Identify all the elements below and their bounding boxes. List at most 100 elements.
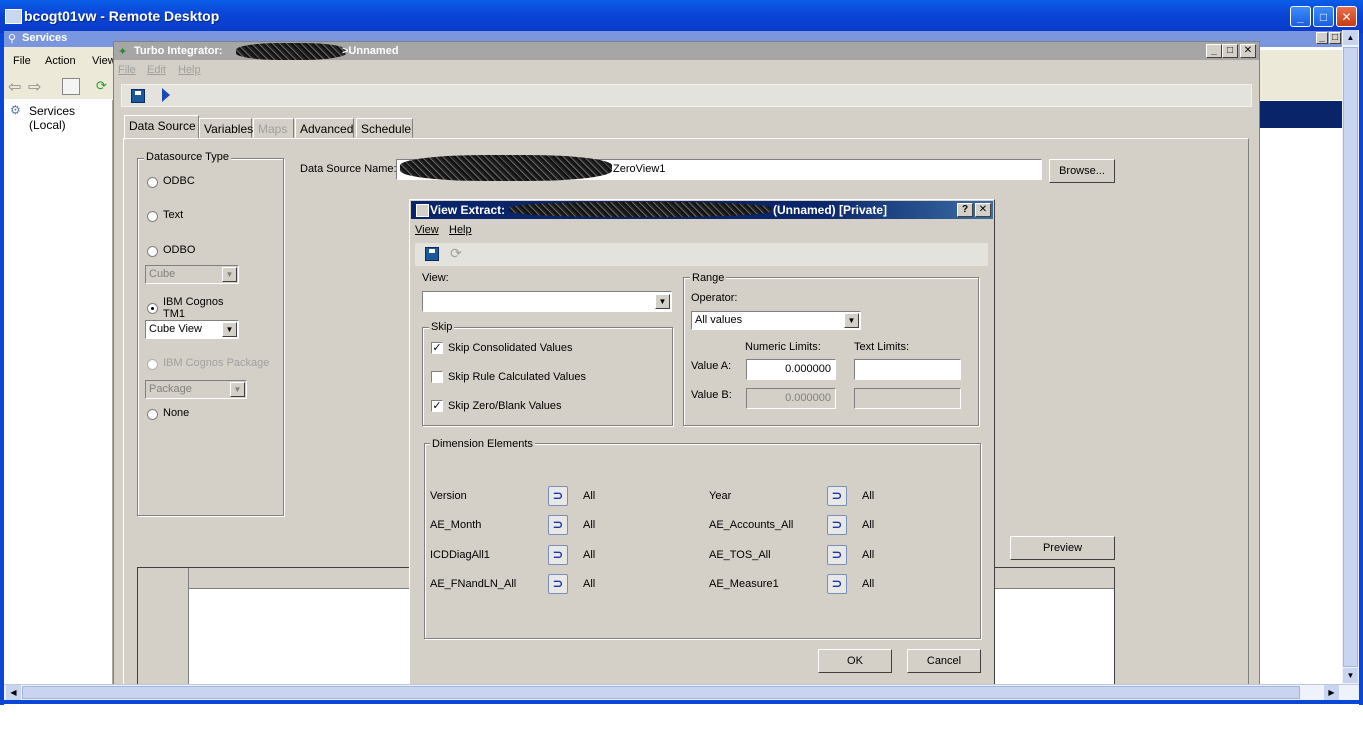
vertical-scrollbar[interactable]: ▲ ▼ (1342, 30, 1359, 685)
tab-maps[interactable]: Maps (253, 118, 294, 138)
subset-editor-button[interactable]: ⊃ (827, 545, 847, 565)
scroll-down-arrow-icon[interactable]: ▼ (1343, 668, 1358, 683)
text-limits-label: Text Limits: (854, 341, 910, 353)
ti-menu-edit[interactable]: Edit (147, 64, 166, 76)
help-button[interactable]: ? (957, 203, 973, 217)
horizontal-scrollbar[interactable]: ◀ ▶ (4, 684, 1359, 701)
subset-editor-button[interactable]: ⊃ (548, 574, 568, 594)
numeric-limits-label: Numeric Limits: (745, 341, 821, 353)
value-a-numeric-value: 0.000000 (785, 363, 831, 375)
ok-button[interactable]: OK (818, 649, 892, 673)
view-combo[interactable] (422, 291, 672, 312)
datasource-type-label: Datasource Type (144, 151, 231, 163)
radio-odbc-label: ODBC (163, 175, 195, 187)
run-icon[interactable] (162, 88, 170, 102)
skip-label: Skip (429, 321, 455, 333)
rd-frame-bottom (0, 700, 1363, 704)
services-menu-file[interactable]: File (13, 55, 31, 67)
services-menubar: File Action View (4, 47, 116, 75)
tm1-combo-arrow-icon[interactable]: ▼ (222, 322, 237, 337)
data-source-name-label: Data Source Name: (300, 163, 397, 175)
tab-variables[interactable]: Variables (199, 118, 253, 138)
dimension-value: All (862, 490, 875, 502)
refresh-icon[interactable]: ⟳ (450, 245, 462, 262)
ti-minimize-button[interactable]: _ (1206, 44, 1222, 58)
subset-editor-button[interactable]: ⊃ (548, 486, 568, 506)
radio-tm1[interactable] (147, 303, 158, 314)
dimension-value: All (862, 519, 875, 531)
rd-maximize-button[interactable]: □ (1313, 6, 1334, 27)
data-source-name-value: ZeroView1 (613, 163, 666, 175)
ti-maximize-button[interactable]: □ (1222, 44, 1238, 58)
forward-arrow-icon[interactable]: ⇨ (28, 77, 41, 97)
view-extract-icon (416, 204, 429, 217)
save-icon[interactable] (131, 89, 145, 103)
remote-desktop-icon (5, 9, 22, 24)
subset-editor-button[interactable]: ⊃ (827, 486, 847, 506)
value-b-numeric-field[interactable]: 0.000000 (746, 388, 836, 409)
browse-button[interactable]: Browse... (1049, 159, 1115, 183)
dialog-toolbar: ⟳ (415, 243, 988, 266)
ti-close-button[interactable]: ✕ (1240, 44, 1256, 58)
dialog-close-button[interactable]: ✕ (975, 203, 991, 217)
skip-consolidated-checkbox[interactable]: ✓ (431, 342, 443, 354)
rd-close-button[interactable]: ✕ (1336, 6, 1357, 27)
package-combo-arrow-icon[interactable]: ▼ (230, 382, 245, 397)
radio-none[interactable] (147, 409, 158, 420)
value-a-label: Value A: (691, 360, 732, 372)
radio-text[interactable] (147, 211, 158, 222)
services-menu-action[interactable]: Action (45, 55, 76, 67)
dialog-menu-view[interactable]: View (415, 224, 439, 236)
tab-schedule[interactable]: Schedule (356, 118, 413, 138)
value-a-numeric-field[interactable]: 0.000000 (746, 359, 836, 380)
dimension-value: All (583, 490, 596, 502)
back-arrow-icon[interactable]: ⇦ (8, 77, 21, 97)
services-local-item[interactable]: Services (Local) (29, 104, 112, 132)
subset-editor-button[interactable]: ⊃ (548, 545, 568, 565)
scroll-thumb-h[interactable] (22, 686, 1300, 699)
tab-data-source[interactable]: Data Source (124, 115, 199, 140)
redacted-scribble (236, 43, 346, 60)
ti-app-icon: ✦ (118, 46, 128, 58)
view-combo-arrow-icon[interactable]: ▼ (655, 294, 670, 309)
subset-editor-button[interactable]: ⊃ (827, 574, 847, 594)
services-tree: ⚙ Services (Local) (4, 100, 113, 685)
operator-combo-arrow-icon[interactable]: ▼ (844, 313, 859, 328)
rd-frame-right (1359, 33, 1363, 705)
save-icon[interactable] (425, 247, 439, 261)
radio-package[interactable] (147, 359, 158, 370)
operator-combo[interactable]: All values (691, 311, 861, 330)
skip-rule-calculated-checkbox[interactable] (431, 371, 443, 383)
refresh-icon[interactable]: ⟳ (96, 78, 107, 94)
package-combo-value: Package (149, 383, 192, 395)
tab-advanced[interactable]: Advanced (295, 118, 354, 138)
services-minimize-button[interactable]: _ (1316, 32, 1328, 44)
ti-menu-help[interactable]: Help (178, 64, 201, 76)
skip-zero-blank-checkbox[interactable]: ✓ (431, 400, 443, 412)
radio-odbc[interactable] (147, 177, 158, 188)
value-b-text-field[interactable] (854, 388, 961, 409)
subset-editor-button[interactable]: ⊃ (827, 515, 847, 535)
radio-tm1-label: IBM Cognos TM1 (163, 296, 224, 320)
ti-menu-file[interactable]: File (118, 64, 136, 76)
scroll-thumb[interactable] (1343, 47, 1358, 667)
scroll-left-arrow-icon[interactable]: ◀ (6, 685, 21, 700)
preview-grid-rowheader (138, 568, 189, 686)
subset-editor-button[interactable]: ⊃ (548, 515, 568, 535)
dimension-name: AE_Accounts_All (709, 519, 794, 531)
dialog-menu-help[interactable]: Help (449, 224, 472, 236)
scroll-right-arrow-icon[interactable]: ▶ (1324, 685, 1339, 700)
view-extract-title-prefix: View Extract: (430, 203, 506, 217)
scroll-up-arrow-icon[interactable]: ▲ (1343, 30, 1358, 45)
cancel-button[interactable]: Cancel (907, 649, 981, 673)
radio-odbo[interactable] (147, 246, 158, 257)
services-restore-button[interactable]: □ (1329, 32, 1341, 44)
console-tree-icon[interactable] (62, 78, 80, 95)
dimension-name: ICDDiagAll1 (430, 549, 490, 561)
range-label: Range (690, 272, 727, 284)
value-a-text-field[interactable] (854, 359, 961, 380)
rd-minimize-button[interactable]: _ (1290, 6, 1311, 27)
redacted-scribble-path (400, 155, 612, 181)
odbo-combo-arrow-icon[interactable]: ▼ (222, 267, 237, 282)
preview-button[interactable]: Preview (1010, 536, 1115, 560)
